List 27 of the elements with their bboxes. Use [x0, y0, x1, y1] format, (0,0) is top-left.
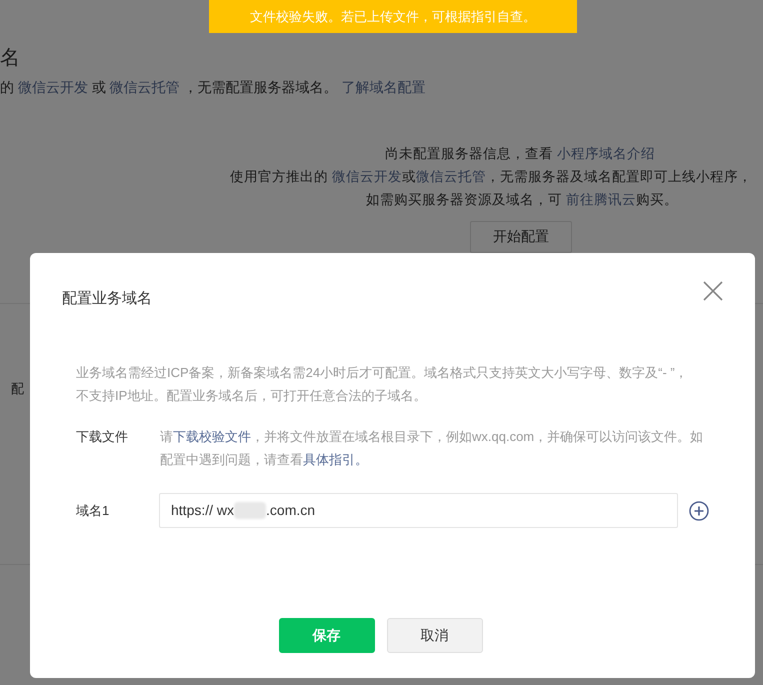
- cancel-button[interactable]: 取消: [386, 618, 482, 653]
- error-banner: 文件校验失败。若已上传文件，可根据指引自查。: [209, 0, 577, 33]
- link[interactable]: 微信云托管: [416, 169, 486, 184]
- link[interactable]: 小程序域名介绍: [556, 146, 655, 161]
- notice-text: 使用官方推出的 微信云开发或微信云托管，无需服务器及域名配置即可上线小程序，: [230, 168, 752, 186]
- dialog-title: 配置业务域名: [62, 289, 152, 309]
- link[interactable]: 了解域名配置: [341, 79, 426, 95]
- description-text: 业务域名需经过ICP备案，新备案域名需24小时后才可配置。域名格式只支持英文大小写字母、数字及“- ”，不支持IP地址。配置业务域名后，可打开任意合法的子域名。: [76, 364, 688, 405]
- link[interactable]: 前往腾讯云: [566, 192, 636, 207]
- intro-text: 的 微信云开发 或 微信云托管 ，无需配置服务器域名。 了解域名配置: [0, 78, 426, 97]
- start-config-button[interactable]: 开始配置: [470, 221, 572, 253]
- close-icon[interactable]: [703, 281, 723, 301]
- notice-text: 如需购买服务器资源及域名，可 前往腾讯云购买。: [366, 191, 678, 209]
- section-label: 配: [11, 380, 25, 398]
- save-button[interactable]: 保存: [278, 618, 374, 653]
- add-icon[interactable]: [689, 500, 709, 520]
- page-heading: 名: [0, 46, 20, 70]
- link[interactable]: 具体指引。: [303, 452, 368, 467]
- instruction-text: 请下载校验文件，并将文件放置在域名根目录下，例如wx.qq.com，并确保可以访问该文件。如配置中遇到问题，请查看具体指引。: [160, 428, 704, 469]
- link[interactable]: 微信云开发: [18, 79, 88, 95]
- domain-input-field[interactable]: https:// wx .com.cn: [159, 493, 678, 528]
- field-label: 下载文件: [76, 428, 129, 446]
- field-label: 域名1: [76, 502, 110, 520]
- notice-text: 尚未配置服务器信息，查看 小程序域名介绍: [385, 145, 655, 163]
- link[interactable]: 微信云开发: [332, 169, 402, 184]
- link[interactable]: 微信云托管: [110, 79, 180, 95]
- link[interactable]: 下载校验文件: [173, 429, 251, 444]
